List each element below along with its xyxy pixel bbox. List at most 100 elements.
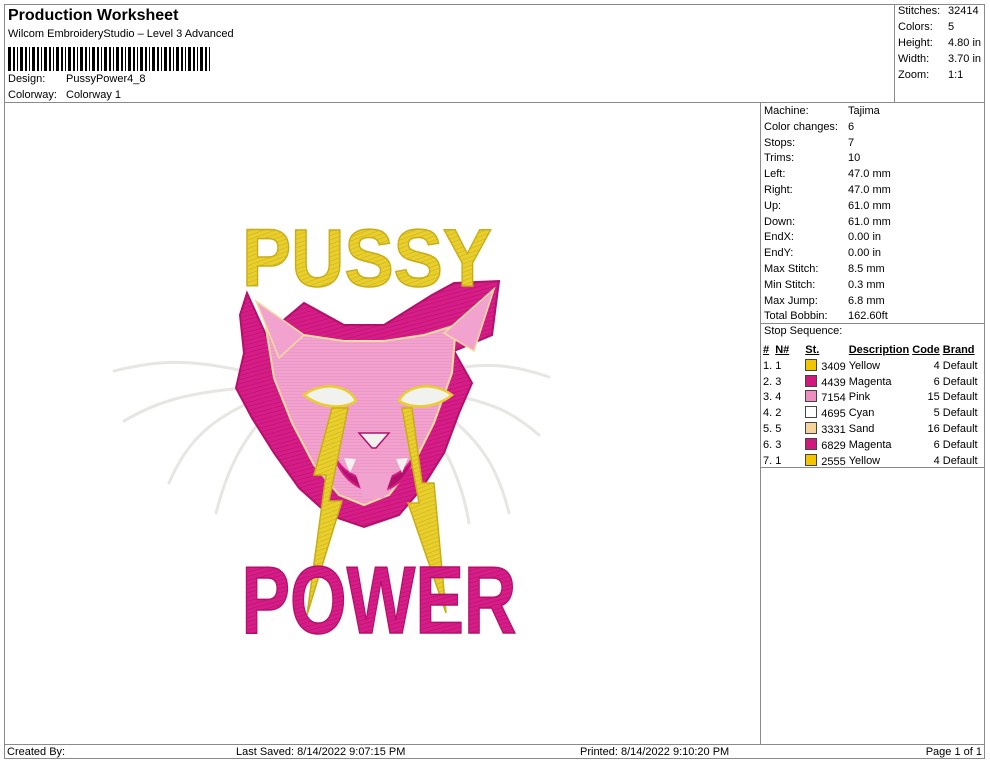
stitch-cell: 4695 [805, 405, 848, 421]
info-value: 6.8 mm [848, 294, 885, 307]
stop-row: 4. 2 4695 Cyan 5 Default [763, 405, 981, 421]
color-swatch [805, 390, 818, 403]
info-value: 10 [848, 152, 861, 165]
divider [761, 323, 985, 324]
info-value: 0.00 in [848, 231, 882, 244]
stop-row: 5. 5 3331 Sand 16 Default [763, 421, 981, 437]
design-top-text: PUSSY [242, 213, 492, 304]
col-needle: N# [775, 344, 790, 356]
info-label: Right: [764, 184, 793, 196]
stop-number: 5. [763, 423, 773, 436]
col-description: Description [848, 344, 910, 356]
info-label: Color changes: [764, 120, 838, 133]
stop-number: 4. [763, 407, 773, 420]
info-label: Min Stitch: [764, 278, 816, 291]
design-bottom-text: POWER [242, 547, 517, 654]
stat-colors: Colors: 5 [898, 21, 955, 33]
machine-info-panel: Machine: Tajima Color changes: 6 Stops: 7 Trim… [761, 103, 985, 744]
stitch-count: 3331 [821, 424, 846, 437]
color-description: Pink [848, 391, 871, 404]
stop-number: 1. [763, 359, 773, 372]
barcode [8, 47, 210, 71]
stitch-cell: 6829 [805, 437, 848, 453]
info-label: Down: [764, 215, 796, 228]
info-label: EndY: [764, 247, 794, 260]
color-swatch [805, 358, 818, 371]
info-row: Stops: 7 [764, 137, 854, 149]
color-swatch [805, 374, 818, 387]
info-label: Up: [764, 199, 782, 212]
worksheet-header: Production Worksheet Wilcom EmbroiderySt… [4, 4, 895, 103]
brand-name: Default [942, 423, 978, 436]
page-number: Page 1 of 1 [925, 746, 982, 758]
stitch-count: 2555 [821, 455, 846, 468]
needle-number: 2 [775, 407, 782, 420]
color-swatch [805, 437, 818, 450]
color-description: Magenta [848, 375, 892, 388]
info-row: Machine: Tajima [764, 105, 880, 117]
color-description: Sand [848, 423, 875, 436]
needle-number: 1 [775, 359, 782, 372]
stitch-cell: 7154 [805, 390, 848, 406]
info-label: Left: [764, 168, 786, 181]
needle-number: 3 [775, 375, 782, 388]
info-value: Tajima [848, 105, 880, 117]
color-swatch [805, 453, 818, 466]
color-code: 4 [933, 359, 940, 372]
printed-date: Printed: 8/14/2022 9:10:20 PM [580, 746, 730, 758]
color-description: Magenta [848, 438, 892, 451]
info-row: Down: 61.0 mm [764, 216, 891, 228]
stitch-count: 4439 [821, 376, 846, 389]
col-brand: Brand [942, 344, 975, 356]
colorway-value: Colorway 1 [66, 89, 122, 101]
stat-zoom: Zoom: 1:1 [898, 69, 964, 81]
info-row: Left: 47.0 mm [764, 168, 891, 180]
info-row: EndX: 0.00 in [764, 231, 881, 243]
stop-sequence-title: Stop Sequence: [764, 325, 843, 337]
info-label: Total Bobbin: [764, 310, 828, 323]
info-label: Trims: [764, 152, 795, 165]
stitch-cell: 4439 [805, 374, 848, 390]
page-title: Production Worksheet [8, 7, 179, 24]
colorway-label: Colorway: [8, 89, 57, 101]
stitch-count: 7154 [821, 392, 846, 405]
divider [761, 467, 985, 468]
color-code: 6 [933, 438, 940, 451]
info-value: 0.3 mm [848, 278, 885, 291]
col-stitches: St. [805, 344, 820, 356]
stitch-count: 3409 [821, 360, 846, 373]
info-value: 47.0 mm [848, 168, 891, 181]
footer: Created By: Last Saved: 8/14/2022 9:07:1… [4, 744, 985, 759]
stop-number: 6. [763, 438, 773, 451]
stitch-count: 6829 [821, 439, 846, 452]
stop-row: 3. 4 7154 Pink 15 Default [763, 390, 981, 406]
info-row: Max Stitch: 8.5 mm [764, 263, 885, 275]
stop-sequence-table: # N# St. Description Code Brand 1. 1 3409 Y… [763, 342, 981, 469]
stop-row: 2. 3 4439 Magenta 6 Default [763, 374, 981, 390]
brand-name: Default [942, 407, 978, 420]
software-name: Wilcom EmbroideryStudio – Level 3 Advanc… [8, 28, 234, 40]
needle-number: 3 [775, 438, 782, 451]
brand-name: Default [942, 391, 978, 404]
info-label: Max Stitch: [764, 263, 819, 275]
info-row: Color changes: 6 [764, 121, 854, 133]
info-value: 6 [848, 120, 855, 133]
color-swatch [805, 406, 818, 419]
colorway-row: Colorway: Colorway 1 [8, 89, 121, 101]
stat-stitches: Stitches: 32414 [898, 5, 979, 17]
info-value: 47.0 mm [848, 184, 891, 196]
info-value: 0.00 in [848, 247, 882, 260]
info-label: EndX: [764, 231, 794, 244]
info-row: Total Bobbin: 162.60ft [764, 310, 888, 322]
color-code: 5 [933, 407, 940, 420]
color-description: Yellow [848, 359, 881, 372]
stop-number: 3. [763, 391, 773, 404]
stop-row: 6. 3 6829 Magenta 6 Default [763, 437, 981, 453]
stitch-count: 4695 [821, 408, 846, 421]
info-row: Right: 47.0 mm [764, 184, 891, 196]
info-row: Trims: 10 [764, 152, 860, 164]
info-value: 61.0 mm [848, 199, 891, 212]
stat-width: Width: 3.70 in [898, 53, 982, 65]
design-preview: PUSSY POWER [4, 103, 761, 744]
design-label: Design: [8, 73, 46, 85]
